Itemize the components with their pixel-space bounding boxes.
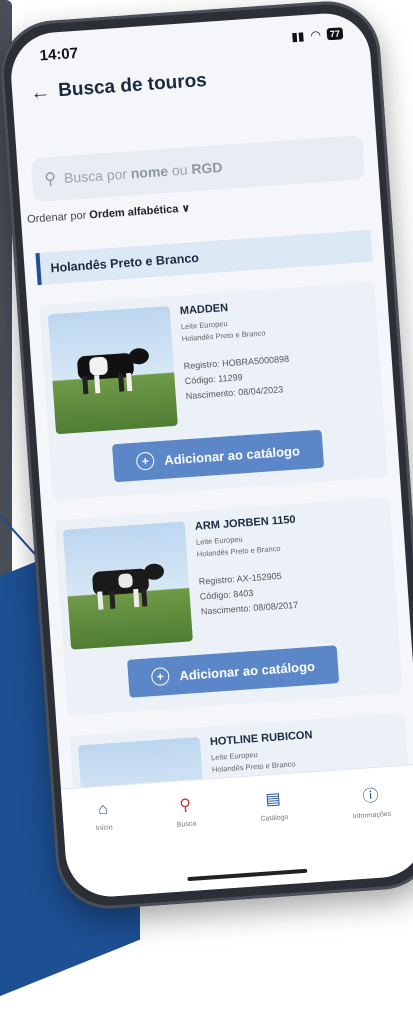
cow-image [92, 563, 164, 610]
search-icon: ⚲ [178, 796, 192, 815]
nav-info-label: Informações [352, 810, 392, 821]
bull-card[interactable]: MADDEN Leite Europeu Holandês Preto e Br… [39, 281, 388, 501]
search-placeholder: Busca por nome ou RGD [63, 159, 222, 186]
cow-image [77, 348, 149, 395]
wifi-icon: ◠ [309, 27, 322, 43]
search-icon: ⚲ [43, 170, 57, 189]
plus-circle-icon: + [135, 451, 155, 471]
add-to-catalog-label: Adicionar ao catálogo [163, 442, 301, 468]
page-title: Busca de touros [57, 69, 208, 102]
nav-search-label: Busca [176, 820, 197, 829]
sort-label: Ordenar por [26, 209, 90, 226]
nav-catalog-label: Catálogo [260, 813, 289, 823]
back-arrow-icon[interactable]: ← [30, 80, 52, 104]
plus-circle-icon: + [150, 666, 171, 687]
catalog-icon: ▤ [264, 790, 282, 809]
signal-icon: ▮▮ [290, 28, 305, 44]
app-screen: 14:07 ▮▮ ◠ 77 ← Busca de touros ⚲ Busca … [8, 10, 413, 900]
bull-photo [47, 306, 178, 435]
status-icons: ▮▮ ◠ 77 [291, 26, 344, 44]
add-to-catalog-button[interactable]: + Adicionar ao catálogo [112, 429, 325, 483]
phone-mockup: 14:07 ▮▮ ◠ 77 ← Busca de touros ⚲ Busca … [0, 0, 413, 913]
home-icon: ⌂ [97, 800, 109, 819]
sort-value[interactable]: Ordem alfabética ∨ [89, 202, 191, 221]
battery-icon: 77 [326, 27, 344, 41]
add-to-catalog-label: Adicionar ao catálogo [178, 658, 316, 683]
bull-card[interactable]: ARM JORBEN 1150 Leite Europeu Holandês P… [54, 497, 404, 717]
bull-photo [62, 521, 193, 650]
status-time: 14:07 [39, 44, 79, 65]
search-keyword-name: nome [130, 162, 169, 182]
search-placeholder-pre: Busca por [63, 165, 132, 187]
nav-home[interactable]: ⌂ Início [94, 800, 117, 897]
info-icon: ⓘ [362, 787, 380, 806]
nav-home-label: Início [95, 824, 113, 833]
nav-info[interactable]: ⓘ Informações [351, 781, 396, 879]
add-to-catalog-button[interactable]: + Adicionar ao catálogo [127, 645, 340, 698]
search-placeholder-mid: ou [167, 161, 192, 179]
search-keyword-rgd: RGD [190, 159, 223, 178]
category-header: Holandês Preto e Branco [35, 229, 373, 286]
